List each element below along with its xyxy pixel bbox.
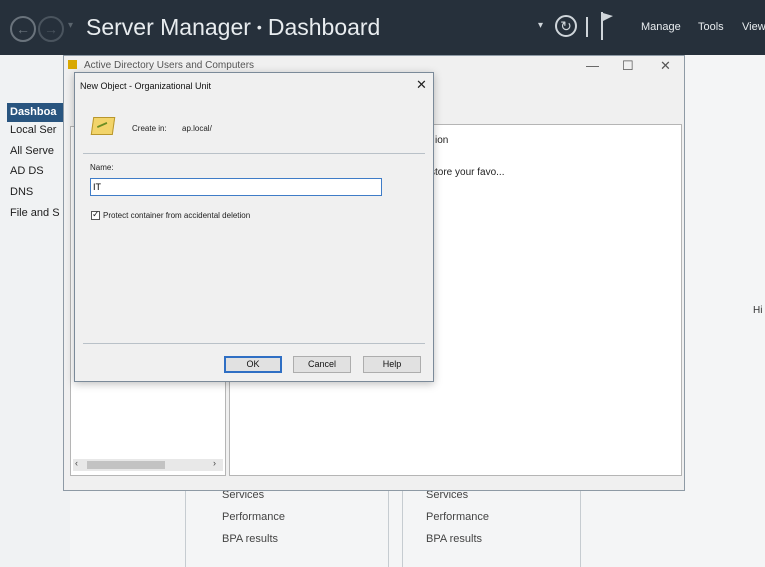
- create-in-label: Create in:: [132, 124, 167, 133]
- nav-item-dns[interactable]: DNS: [10, 186, 33, 198]
- tile-performance-link[interactable]: Performance: [426, 511, 489, 523]
- checkmark-icon: ✓: [92, 209, 100, 220]
- aduc-app-icon: [68, 60, 77, 69]
- minimize-button[interactable]: —: [586, 58, 599, 73]
- aduc-window-title: Active Directory Users and Computers: [84, 60, 255, 71]
- history-dropdown-icon[interactable]: ▾: [68, 20, 73, 31]
- breadcrumb-separator: •: [256, 19, 262, 35]
- refresh-icon[interactable]: ↻: [555, 15, 577, 37]
- window-close-button[interactable]: ✕: [660, 58, 671, 74]
- back-arrow-icon[interactable]: ←: [10, 16, 36, 42]
- tile-bpa-link[interactable]: BPA results: [426, 533, 482, 545]
- tile-divider: [580, 491, 581, 567]
- details-pane-heading: ion: [435, 135, 449, 146]
- left-navigation: Dashboa Local Ser All Serve AD DS DNS Fi…: [0, 55, 70, 567]
- name-label: Name:: [90, 163, 114, 172]
- tile-performance-link[interactable]: Performance: [222, 511, 285, 523]
- details-pane-text: store your favo...: [430, 167, 505, 178]
- tile-divider: [402, 491, 403, 567]
- cancel-button[interactable]: Cancel: [293, 356, 351, 373]
- header-divider: [586, 17, 588, 37]
- view-menu[interactable]: View: [742, 21, 765, 33]
- tree-horizontal-scrollbar[interactable]: ‹ ›: [73, 458, 223, 471]
- nav-item-all-servers[interactable]: All Serve: [10, 145, 54, 157]
- forward-arrow-icon[interactable]: →: [38, 16, 64, 42]
- nav-item-local-server[interactable]: Local Ser: [10, 124, 56, 136]
- manage-menu[interactable]: Manage: [641, 21, 681, 33]
- tile-divider: [388, 491, 389, 567]
- ok-button[interactable]: OK: [224, 356, 282, 373]
- tile-divider: [185, 491, 186, 567]
- nav-item-file-storage[interactable]: File and S: [10, 207, 60, 219]
- tile-bpa-link[interactable]: BPA results: [222, 533, 278, 545]
- dialog-bottom-separator: [83, 343, 425, 344]
- scroll-right-arrow-icon[interactable]: ›: [213, 458, 216, 468]
- notifications-flag-icon[interactable]: [600, 12, 614, 40]
- scrollbar-thumb[interactable]: [87, 461, 165, 469]
- tools-menu[interactable]: Tools: [698, 21, 724, 33]
- refresh-dropdown-icon[interactable]: ▾: [538, 20, 543, 31]
- current-page: Dashboard: [267, 14, 381, 40]
- ou-name-input[interactable]: [90, 178, 382, 196]
- protect-checkbox-label[interactable]: Protect container from accidental deleti…: [103, 211, 250, 220]
- nav-item-dashboard[interactable]: Dashboa: [7, 103, 70, 122]
- dialog-separator: [83, 153, 425, 154]
- dashboard-right-text: Hi: [753, 305, 763, 316]
- protect-checkbox[interactable]: ✓: [91, 209, 100, 221]
- server-manager-header: ← → ▾ Server Manager • Dashboard ▾ ↻ Manag…: [0, 0, 765, 55]
- page-title: Server Manager • Dashboard: [86, 14, 380, 41]
- protect-checkbox-row[interactable]: ✓ Protect container from accidental delet…: [91, 207, 250, 225]
- new-object-dialog: New Object - Organizational Unit ✕ Creat…: [74, 72, 434, 382]
- dialog-title: New Object - Organizational Unit: [80, 81, 212, 91]
- help-button[interactable]: Help: [363, 356, 421, 373]
- ou-folder-icon: [90, 117, 116, 135]
- maximize-button[interactable]: ☐: [622, 58, 634, 74]
- dialog-close-button[interactable]: ✕: [416, 77, 427, 93]
- app-title: Server Manager: [86, 14, 251, 40]
- scroll-left-arrow-icon[interactable]: ‹: [75, 458, 78, 468]
- nav-item-ad-ds[interactable]: AD DS: [10, 165, 44, 177]
- create-in-value: ap.local/: [182, 124, 212, 133]
